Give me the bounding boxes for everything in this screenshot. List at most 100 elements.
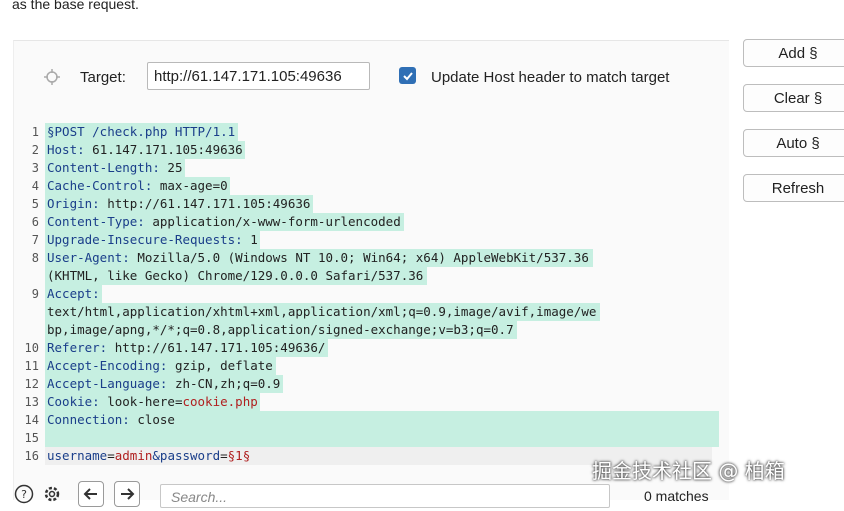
update-host-label: Update Host header to match target — [431, 69, 670, 86]
header-name: User-Agent: — [47, 250, 130, 265]
header-name: Cache-Control: — [47, 178, 153, 193]
header-name: Accept-Language: — [47, 376, 168, 391]
header-name: Upgrade-Insecure-Requests: — [47, 232, 243, 247]
editor-line: 3 Content-Length: 25 — [14, 159, 729, 177]
line-text: Accept-Encoding: gzip, deflate — [47, 357, 273, 375]
help-icon[interactable]: ? — [14, 484, 34, 504]
line-number: 1 — [31, 125, 39, 139]
editor-line: 15 — [14, 429, 729, 447]
line-text: Host: 61.147.171.105:49636 — [47, 141, 243, 159]
header-value: 25 — [159, 160, 183, 175]
watermark: 掘金技术社区 @ 柏箱 — [592, 459, 785, 483]
header-value: http://61.147.171.105:49636/ — [107, 340, 326, 355]
line-number: 13 — [24, 395, 39, 409]
header-name: Connection: — [47, 412, 130, 427]
line-number: 10 — [24, 341, 39, 355]
editor-line: 12 Accept-Language: zh-CN,zh;q=0.9 — [14, 375, 729, 393]
header-name: Referer: — [47, 340, 108, 355]
line-text: bp,image/apng,*/*;q=0.8,application/sign… — [47, 321, 514, 339]
line-number: 7 — [31, 233, 39, 247]
header-name: Host: — [47, 142, 85, 157]
editor-line: 4 Cache-Control: max-age=0 — [14, 177, 729, 195]
header-value: = — [220, 448, 228, 463]
add-marker-button[interactable]: Add § — [743, 39, 844, 67]
header-value: http://61.147.171.105:49636 — [99, 196, 311, 211]
header-value: Mozilla/5.0 (Windows NT 10.0; Win64; x64… — [129, 250, 589, 265]
editor-line: 8 User-Agent: Mozilla/5.0 (Windows NT 10.… — [14, 249, 729, 267]
line-number: 6 — [31, 215, 39, 229]
target-input[interactable]: http://61.147.171.105:49636 — [147, 62, 370, 90]
gear-icon[interactable] — [42, 484, 62, 504]
request-editor[interactable]: 1 §POST /check.php HTTP/1.1 2 Host: 61.147.… — [14, 123, 729, 467]
header-value: application/x-www-form-urlencoded — [144, 214, 401, 229]
line-number: 11 — [24, 359, 39, 373]
header-value: gzip, deflate — [167, 358, 273, 373]
editor-line: 1 §POST /check.php HTTP/1.1 — [14, 123, 729, 141]
auto-markers-button[interactable]: Auto § — [743, 129, 844, 157]
header-value: zh-CN,zh;q=0.9 — [167, 376, 281, 391]
refresh-button[interactable]: Refresh — [743, 174, 844, 202]
editor-line: 11 Accept-Encoding: gzip, deflate — [14, 357, 729, 375]
line-number: 12 — [24, 377, 39, 391]
editor-line: 10 Referer: http://61.147.171.105:49636/ — [14, 339, 729, 357]
line-number: 5 — [31, 197, 39, 211]
header-name: Accept: — [47, 286, 100, 301]
header-value: = — [107, 448, 115, 463]
line-text: Accept-Language: zh-CN,zh;q=0.9 — [47, 375, 280, 393]
editor-line: 2 Host: 61.147.171.105:49636 — [14, 141, 729, 159]
line-number: 15 — [24, 431, 39, 445]
line-number: 4 — [31, 179, 39, 193]
next-match-button[interactable] — [114, 481, 140, 507]
line-number: 9 — [31, 287, 39, 301]
line-text: username=admin&password=§1§ — [47, 447, 250, 465]
editor-line: (KHTML, like Gecko) Chrome/129.0.0.0 Saf… — [14, 267, 729, 285]
line-number: 16 — [24, 449, 39, 463]
page-note: as the base request. — [12, 0, 139, 12]
arrow-right-icon — [121, 488, 135, 500]
line-text: User-Agent: Mozilla/5.0 (Windows NT 10.0… — [47, 249, 589, 267]
line-text: Upgrade-Insecure-Requests: 1 — [47, 231, 258, 249]
svg-text:?: ? — [21, 488, 27, 501]
header-name: Content-Length: — [47, 160, 160, 175]
clear-markers-button[interactable]: Clear § — [743, 84, 844, 112]
line-text: Origin: http://61.147.171.105:49636 — [47, 195, 310, 213]
previous-match-button[interactable] — [78, 481, 104, 507]
highlighted-value: cookie.php — [182, 394, 258, 409]
request-panel: Target: http://61.147.171.105:49636 Upda… — [13, 40, 729, 500]
editor-line: 13 Cookie: look-here=cookie.php — [14, 393, 729, 411]
header-name: Accept-Encoding: — [47, 358, 168, 373]
line-text: Referer: http://61.147.171.105:49636/ — [47, 339, 325, 357]
header-name: Cookie: — [47, 394, 100, 409]
line-number: 3 — [31, 161, 39, 175]
line-text: (KHTML, like Gecko) Chrome/129.0.0.0 Saf… — [47, 267, 423, 285]
header-value: bp,image/apng,*/*;q=0.8,application/sign… — [47, 322, 514, 337]
header-name: username — [47, 448, 108, 463]
highlighted-value: admin — [114, 448, 153, 463]
line-text: Cache-Control: max-age=0 — [47, 177, 228, 195]
header-value: max-age=0 — [152, 178, 228, 193]
header-value: close — [129, 412, 175, 427]
arrow-left-icon — [83, 488, 97, 500]
header-name: Content-Type: — [47, 214, 145, 229]
line-text: text/html,application/xhtml+xml,applicat… — [47, 303, 596, 321]
editor-line: text/html,application/xhtml+xml,applicat… — [14, 303, 729, 321]
line-number: 14 — [24, 413, 39, 427]
update-host-checkbox[interactable] — [399, 67, 416, 84]
editor-line: 5 Origin: http://61.147.171.105:49636 — [14, 195, 729, 213]
target-label: Target: — [80, 69, 126, 86]
editor-line: 14 Connection: close — [14, 411, 729, 429]
header-value: look-here= — [99, 394, 183, 409]
line-text: §POST /check.php HTTP/1.1 — [47, 123, 235, 141]
header-value: (KHTML, like Gecko) Chrome/129.0.0.0 Saf… — [47, 268, 424, 283]
target-value: http://61.147.171.105:49636 — [154, 68, 342, 85]
target-row: Target: http://61.147.171.105:49636 Upda… — [14, 61, 729, 93]
header-value: text/html,application/xhtml+xml,applicat… — [47, 304, 597, 319]
checkmark-icon — [402, 71, 413, 80]
header-name: §POST /check.php HTTP/1.1 — [47, 124, 236, 139]
line-number: 2 — [31, 143, 39, 157]
editor-line: bp,image/apng,*/*;q=0.8,application/sign… — [14, 321, 729, 339]
line-text: Content-Type: application/x-www-form-url… — [47, 213, 401, 231]
search-input[interactable]: Search... — [160, 484, 610, 508]
line-text: Content-Length: 25 — [47, 159, 182, 177]
line-text: Connection: close — [47, 411, 175, 429]
